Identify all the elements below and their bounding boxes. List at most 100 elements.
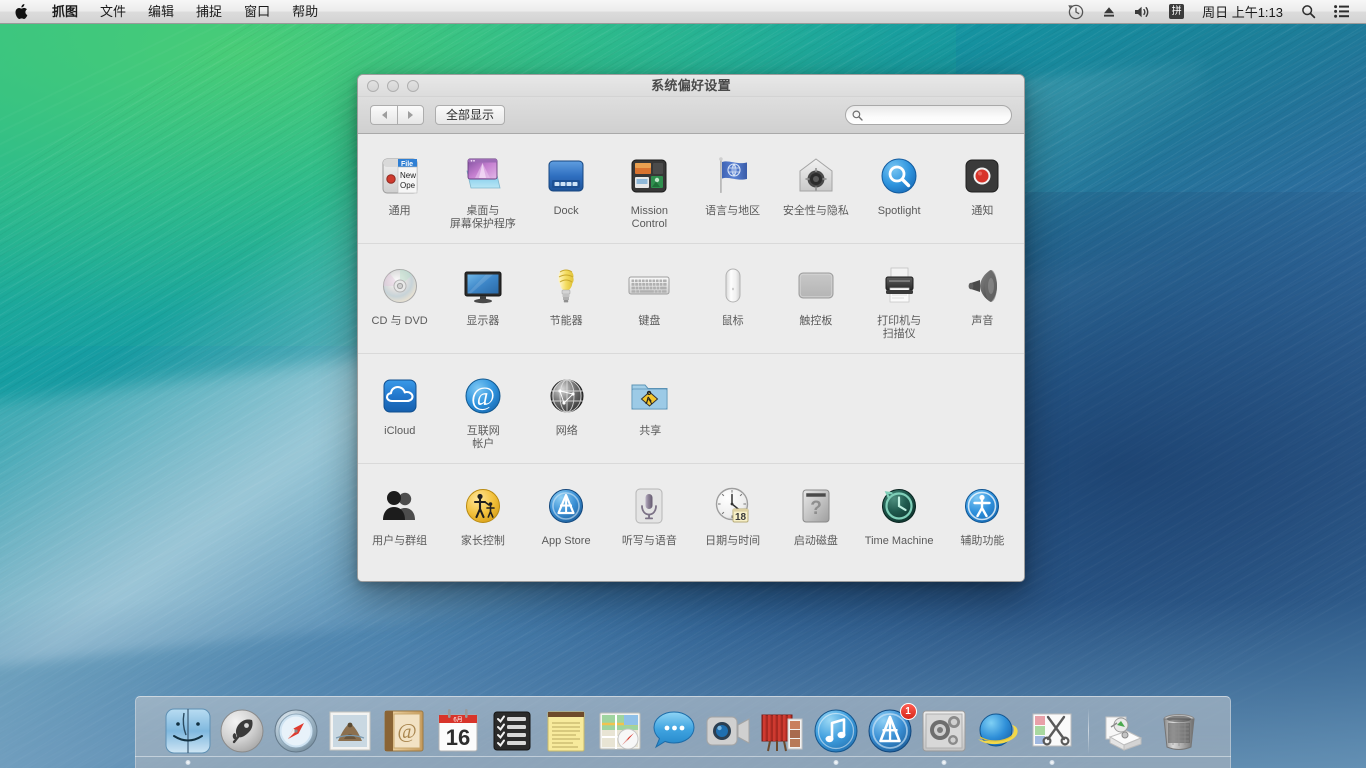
pref-pane-startup-disk[interactable]: ? 启动磁盘: [774, 476, 857, 554]
pref-pane-network[interactable]: 网络: [525, 366, 609, 457]
pref-pane-energy-saver[interactable]: 节能器: [525, 256, 608, 347]
pref-pane-label: 安全性与隐私: [783, 205, 849, 218]
menu-item-help[interactable]: 帮助: [281, 0, 329, 24]
pref-pane-time-machine[interactable]: Time Machine: [858, 476, 941, 554]
mail-icon[interactable]: [324, 705, 376, 757]
pref-pane-sharing[interactable]: 共享: [609, 366, 693, 457]
system-preferences-icon[interactable]: [918, 705, 970, 757]
prefs-section-internet: iCloud @ 互联网 帐户: [358, 354, 1024, 464]
pref-pane-spotlight[interactable]: Spotlight: [858, 146, 941, 237]
back-button[interactable]: [370, 105, 397, 125]
window-titlebar[interactable]: 系统偏好设置: [358, 75, 1024, 97]
sharing-icon: [626, 372, 674, 420]
spotlight-search-icon[interactable]: [1292, 0, 1325, 24]
menu-item-file[interactable]: 文件: [89, 0, 137, 24]
menu-bar-clock[interactable]: 周日 上午1:13: [1193, 2, 1292, 21]
dock-icon: [542, 152, 590, 200]
app-store-badge: 1: [900, 703, 917, 720]
zoom-button[interactable]: [407, 80, 419, 92]
pref-pane-icloud[interactable]: iCloud: [358, 366, 442, 457]
launchpad-icon[interactable]: [216, 705, 268, 757]
pref-pane-label: 日期与时间: [705, 535, 760, 548]
pref-pane-label: Mission Control: [631, 205, 668, 231]
trash-icon[interactable]: [1153, 705, 1205, 757]
search-input[interactable]: [867, 109, 1002, 121]
finder-icon[interactable]: [162, 705, 214, 757]
pref-pane-mission-control[interactable]: Mission Control: [608, 146, 691, 237]
pref-pane-general[interactable]: File New Ope 通用: [358, 146, 441, 237]
printers-scanners-icon: [875, 262, 923, 310]
apple-logo-icon[interactable]: [0, 4, 41, 20]
itunes-icon[interactable]: [810, 705, 862, 757]
photo-booth-icon[interactable]: [756, 705, 808, 757]
input-method-icon[interactable]: 拼: [1160, 0, 1193, 24]
pref-pane-label: 键盘: [638, 315, 660, 328]
pref-pane-label: iCloud: [384, 425, 415, 438]
pref-pane-dock[interactable]: Dock: [525, 146, 608, 237]
calendar-day: 16: [445, 725, 469, 750]
traffic-light-buttons: [367, 80, 419, 92]
pref-pane-trackpad[interactable]: 触控板: [774, 256, 857, 347]
close-button[interactable]: [367, 80, 379, 92]
icloud-icon: [376, 372, 424, 420]
pref-pane-dictation-speech[interactable]: 听写与语音: [608, 476, 691, 554]
system-preferences-window: 系统偏好设置 全部显示: [357, 74, 1025, 582]
pref-pane-security-privacy[interactable]: 安全性与隐私: [774, 146, 857, 237]
maps-icon[interactable]: [594, 705, 646, 757]
pref-pane-language-region[interactable]: 语言与地区: [691, 146, 774, 237]
time-machine-icon[interactable]: [1059, 0, 1093, 24]
notification-center-icon[interactable]: [1325, 0, 1358, 24]
eject-icon[interactable]: [1093, 0, 1125, 24]
web-browser-icon[interactable]: [972, 705, 1024, 757]
prefs-row: CD 与 DVD 显示器: [358, 256, 1024, 347]
desktop-screensaver-icon: [459, 152, 507, 200]
pref-pane-displays[interactable]: 显示器: [441, 256, 524, 347]
notes-icon[interactable]: [540, 705, 592, 757]
pref-pane-label: CD 与 DVD: [372, 315, 428, 328]
notifications-icon: [958, 152, 1006, 200]
pref-pane-accessibility[interactable]: 辅助功能: [941, 476, 1024, 554]
pref-pane-keyboard[interactable]: 键盘: [608, 256, 691, 347]
show-all-button[interactable]: 全部显示: [435, 105, 505, 125]
pref-pane-sound[interactable]: 声音: [941, 256, 1024, 347]
downloads-stack-icon[interactable]: [1099, 705, 1151, 757]
dock-items: @ 6月 16: [135, 699, 1231, 757]
running-indicator: [1049, 760, 1054, 765]
menu-item-capture[interactable]: 捕捉: [185, 0, 233, 24]
volume-icon[interactable]: [1125, 0, 1160, 24]
pref-pane-cd-dvd[interactable]: CD 与 DVD: [358, 256, 441, 347]
energy-saver-icon: [542, 262, 590, 310]
pref-pane-label: Dock: [554, 205, 579, 218]
pref-pane-mouse[interactable]: 鼠标: [691, 256, 774, 347]
pref-pane-date-time[interactable]: 18 日期与时间: [691, 476, 774, 554]
navigation-buttons: [370, 105, 424, 125]
menu-item-window[interactable]: 窗口: [233, 0, 281, 24]
pref-pane-internet-accounts[interactable]: @ 互联网 帐户: [442, 366, 526, 457]
contacts-icon[interactable]: @: [378, 705, 430, 757]
pref-pane-label: Spotlight: [878, 205, 921, 218]
menu-item-app[interactable]: 抓图: [41, 0, 89, 24]
grab-icon[interactable]: [1026, 705, 1078, 757]
pref-pane-printers-scanners[interactable]: 打印机与 扫描仪: [858, 256, 941, 347]
pref-pane-app-store[interactable]: App Store: [525, 476, 608, 554]
app-store-dock-icon[interactable]: 1: [864, 705, 916, 757]
svg-text:@: @: [397, 719, 416, 743]
pref-pane-label: 声音: [971, 315, 993, 328]
menu-item-edit[interactable]: 编辑: [137, 0, 185, 24]
pref-pane-notifications[interactable]: 通知: [941, 146, 1024, 237]
pref-pane-users-groups[interactable]: 用户与群组: [358, 476, 441, 554]
minimize-button[interactable]: [387, 80, 399, 92]
pref-pane-label: 通知: [971, 205, 993, 218]
reminders-icon[interactable]: [486, 705, 538, 757]
facetime-icon[interactable]: [702, 705, 754, 757]
pref-pane-label: 互联网 帐户: [467, 425, 500, 451]
messages-icon[interactable]: [648, 705, 700, 757]
calendar-icon[interactable]: 6月 16: [432, 705, 484, 757]
safari-icon[interactable]: [270, 705, 322, 757]
search-field[interactable]: [845, 105, 1012, 125]
language-region-icon: [709, 152, 757, 200]
pref-pane-parental-controls[interactable]: 家长控制: [441, 476, 524, 554]
pref-pane-desktop-screensaver[interactable]: 桌面与 屏幕保护程序: [441, 146, 524, 237]
forward-button[interactable]: [397, 105, 424, 125]
menu-bar-status-area: 拼 周日 上午1:13: [1059, 0, 1366, 24]
